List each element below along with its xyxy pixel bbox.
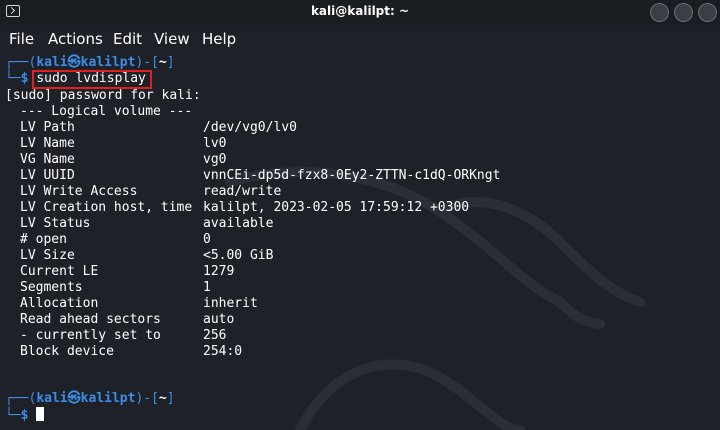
- field-label: LV Write Access: [20, 184, 138, 199]
- prompt-host: kalilpt: [80, 55, 136, 70]
- terminal-output[interactable]: ┌──(kali㉿kalilpt)-[~] └─$ sudo lvdisplay…: [0, 52, 720, 430]
- field-value: inherit: [203, 296, 258, 311]
- sudo-prompt-line: [sudo] password for kali:: [5, 88, 201, 103]
- prompt-header-line-2: ┌──(kali㉿kalilpt)-[~]: [5, 391, 175, 406]
- field-value: 1: [203, 280, 211, 295]
- field-value: available: [203, 216, 274, 231]
- field-label: LV Name: [20, 136, 75, 151]
- field-value: 254:0: [203, 344, 243, 359]
- field-value: 256: [203, 328, 227, 343]
- field-label: VG Name: [20, 152, 75, 167]
- field-value: read/write: [203, 184, 282, 199]
- terminal-window: kali@kalilpt: ~ File Actions Edit View H…: [0, 0, 720, 430]
- field-label: Allocation: [20, 296, 99, 311]
- field-label: # open: [20, 232, 67, 247]
- input-line[interactable]: └─$: [5, 407, 45, 423]
- field-value: vnnCEi-dp5d-fzx8-0Ey2-ZTTN-c1dQ-ORKngt: [203, 168, 501, 183]
- menu-file[interactable]: File: [9, 30, 34, 48]
- field-value: /dev/vg0/lv0: [203, 120, 297, 135]
- field-label: Segments: [20, 280, 83, 295]
- field-label: Current LE: [20, 264, 99, 279]
- minimize-button[interactable]: [650, 3, 669, 22]
- text-cursor: [36, 407, 45, 421]
- close-button[interactable]: [698, 3, 717, 22]
- prompt-header-line: ┌──(kali㉿kalilpt)-[~]: [5, 55, 175, 70]
- prompt-user: kali: [36, 55, 68, 70]
- field-value: <5.00 GiB: [203, 248, 274, 263]
- field-value: 0: [203, 232, 211, 247]
- field-value: auto: [203, 312, 235, 327]
- field-value: 1279: [203, 264, 235, 279]
- command-highlight-box: [32, 70, 152, 89]
- field-label: LV Status: [20, 216, 91, 231]
- field-label: Read ahead sectors: [20, 312, 161, 327]
- field-label: LV Path: [20, 120, 75, 135]
- prompt-dir: ~: [158, 55, 167, 70]
- menu-view[interactable]: View: [154, 30, 190, 48]
- field-label: LV Size: [20, 248, 75, 263]
- field-label: - currently set to: [20, 328, 161, 343]
- field-label: Block device: [20, 344, 114, 359]
- field-value: vg0: [203, 152, 227, 167]
- menu-edit[interactable]: Edit: [113, 30, 142, 48]
- section-header: --- Logical volume ---: [20, 104, 193, 119]
- field-label: LV UUID: [20, 168, 75, 183]
- menu-help[interactable]: Help: [202, 30, 236, 48]
- maximize-button[interactable]: [674, 3, 693, 22]
- field-value: lv0: [203, 136, 227, 151]
- field-label: LV Creation host, time: [20, 200, 193, 215]
- menu-bar: File Actions Edit View Help: [0, 25, 720, 52]
- window-title: kali@kalilpt: ~: [310, 4, 410, 18]
- prompt-symbol: $: [20, 71, 29, 86]
- field-value: kalilpt, 2023-02-05 17:59:12 +0300: [203, 200, 470, 215]
- menu-actions[interactable]: Actions: [48, 30, 103, 48]
- title-bar: kali@kalilpt: ~: [0, 0, 720, 25]
